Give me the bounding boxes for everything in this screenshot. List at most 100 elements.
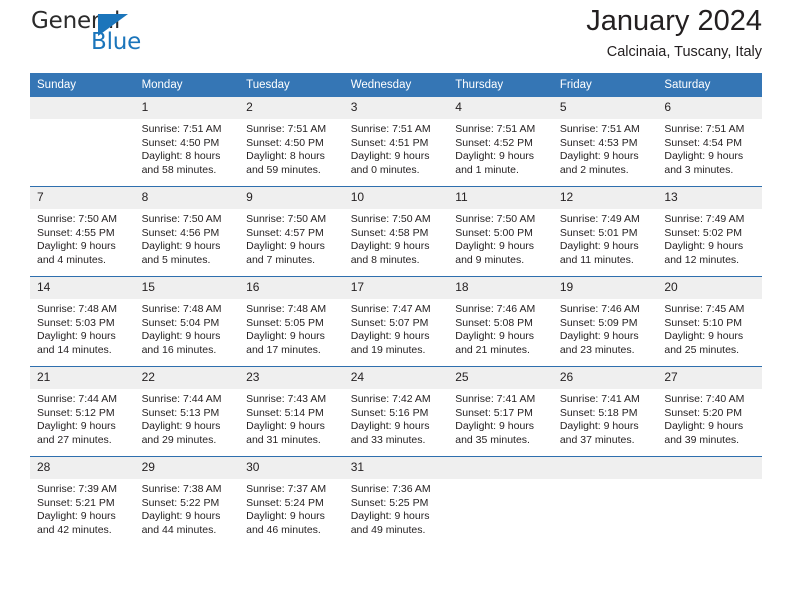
calendar-day-cell[interactable]: 4 Sunrise: 7:51 AM Sunset: 4:52 PM Daylight… [448,97,553,187]
calendar-day-cell[interactable]: 23 Sunrise: 7:43 AM Sunset: 5:14 PM Dayligh… [239,366,344,457]
sunrise-time: Sunrise: 7:45 AM [664,303,745,315]
day-number: 6 [657,97,762,119]
calendar-day-cell[interactable]: 24 Sunrise: 7:42 AM Sunset: 5:16 PM Dayligh… [343,366,449,457]
page-title: January 2024 [586,5,762,37]
day-details: Sunrise: 7:41 AM Sunset: 5:18 PM Daylight:… [553,389,658,447]
weekday-header-monday: Monday [134,73,240,97]
day-number: 10 [343,187,449,209]
day-number: 16 [239,277,344,299]
sunset-time: Sunset: 5:24 PM [246,496,324,509]
daylight-duration-line1: Daylight: 9 hours [350,240,430,252]
calendar-day-cell[interactable]: 31 Sunrise: 7:36 AM Sunset: 5:25 PM Dayligh… [343,456,449,546]
calendar-day-cell[interactable]: 10 Sunrise: 7:50 AM Sunset: 4:58 PM Dayligh… [343,186,449,277]
sunrise-time: Sunrise: 7:36 AM [350,483,431,495]
daylight-duration-line1: Daylight: 9 hours [37,330,116,342]
daylight-duration-line1: Daylight: 9 hours [141,510,221,522]
daylight-duration-line2: and 37 minutes. [559,433,635,446]
daylight-duration-line2: and 2 minutes. [559,163,629,176]
calendar-day-cell[interactable]: 27 Sunrise: 7:40 AM Sunset: 5:20 PM Dayligh… [657,366,762,457]
day-details: Sunrise: 7:39 AM Sunset: 5:21 PM Daylight:… [30,479,135,537]
day-details: Sunrise: 7:44 AM Sunset: 5:13 PM Daylight:… [135,389,240,447]
daylight-duration-line2: and 1 minute. [455,163,519,176]
sunrise-time: Sunrise: 7:46 AM [455,303,536,315]
calendar-day-cell[interactable]: 2 Sunrise: 7:51 AM Sunset: 4:50 PM Daylight… [239,97,344,187]
daylight-duration-line1: Daylight: 9 hours [246,240,325,252]
calendar-day-cell[interactable]: 29 Sunrise: 7:38 AM Sunset: 5:22 PM Dayligh… [134,456,240,546]
calendar-day-cell[interactable]: 12 Sunrise: 7:49 AM Sunset: 5:01 PM Dayligh… [552,186,658,277]
calendar-body: 1 Sunrise: 7:51 AM Sunset: 4:50 PM Daylight… [30,97,762,546]
day-details: Sunrise: 7:49 AM Sunset: 5:01 PM Daylight:… [553,209,658,267]
daylight-duration-line2: and 11 minutes. [559,253,634,266]
sunset-time: Sunset: 4:58 PM [350,226,429,239]
calendar-day-cell[interactable]: 18 Sunrise: 7:46 AM Sunset: 5:08 PM Dayligh… [448,276,553,367]
day-details: Sunrise: 7:48 AM Sunset: 5:03 PM Daylight:… [30,299,135,357]
daylight-duration-line2: and 21 minutes. [455,343,530,356]
calendar-day-cell[interactable]: 3 Sunrise: 7:51 AM Sunset: 4:51 PM Daylight… [343,97,449,187]
sunset-time: Sunset: 5:10 PM [664,316,743,329]
sunrise-time: Sunrise: 7:51 AM [246,123,327,135]
sunrise-time: Sunrise: 7:51 AM [350,123,431,135]
page-header: General Blue January 2024 Calcinaia, Tus… [30,0,762,73]
daylight-duration-line1: Daylight: 9 hours [664,240,744,252]
day-number: 29 [134,457,240,479]
day-number: 13 [657,187,762,209]
calendar-day-cell[interactable]: 7 Sunrise: 7:50 AM Sunset: 4:55 PM Daylight… [30,186,135,277]
calendar-day-cell[interactable]: 5 Sunrise: 7:51 AM Sunset: 4:53 PM Daylight… [552,97,658,187]
day-details: Sunrise: 7:50 AM Sunset: 5:00 PM Daylight:… [448,209,553,267]
calendar-day-cell[interactable]: 21 Sunrise: 7:44 AM Sunset: 5:12 PM Dayligh… [30,366,135,457]
sunset-time: Sunset: 4:50 PM [246,136,324,149]
sunrise-time: Sunrise: 7:40 AM [664,393,745,405]
brand-logo[interactable]: General Blue [30,8,210,60]
calendar-day-cell[interactable]: 11 Sunrise: 7:50 AM Sunset: 5:00 PM Dayligh… [448,186,553,277]
day-number: 26 [552,367,658,389]
calendar-day-cell[interactable]: 26 Sunrise: 7:41 AM Sunset: 5:18 PM Dayligh… [552,366,658,457]
day-number: 24 [343,367,449,389]
day-number [657,457,762,479]
day-details: Sunrise: 7:50 AM Sunset: 4:57 PM Daylight:… [239,209,344,267]
day-number: 20 [657,277,762,299]
sunrise-time: Sunrise: 7:50 AM [37,213,117,225]
calendar-day-cell[interactable]: 13 Sunrise: 7:49 AM Sunset: 5:02 PM Dayligh… [657,186,762,277]
calendar-day-cell[interactable]: 30 Sunrise: 7:37 AM Sunset: 5:24 PM Dayligh… [239,456,344,546]
daylight-duration-line2: and 16 minutes. [141,343,217,356]
day-number: 19 [552,277,658,299]
calendar-day-cell[interactable]: 8 Sunrise: 7:50 AM Sunset: 4:56 PM Daylight… [134,186,240,277]
sunset-time: Sunset: 5:04 PM [141,316,220,329]
calendar-day-cell[interactable]: 20 Sunrise: 7:45 AM Sunset: 5:10 PM Dayligh… [657,276,762,367]
page-subtitle: Calcinaia, Tuscany, Italy [606,44,762,60]
day-details: Sunrise: 7:49 AM Sunset: 5:02 PM Daylight:… [657,209,762,267]
sunrise-time: Sunrise: 7:51 AM [559,123,640,135]
day-number: 30 [239,457,344,479]
day-number [448,457,553,479]
calendar-day-cell[interactable]: 15 Sunrise: 7:48 AM Sunset: 5:04 PM Dayligh… [134,276,240,367]
weekday-header-friday: Friday [552,73,658,97]
sunrise-time: Sunrise: 7:46 AM [559,303,640,315]
sunrise-time: Sunrise: 7:47 AM [350,303,431,315]
daylight-duration-line1: Daylight: 9 hours [246,510,325,522]
day-number: 31 [343,457,449,479]
sunrise-time: Sunrise: 7:51 AM [455,123,536,135]
calendar-day-cell[interactable]: 25 Sunrise: 7:41 AM Sunset: 5:17 PM Dayligh… [448,366,553,457]
calendar-day-cell[interactable]: 9 Sunrise: 7:50 AM Sunset: 4:57 PM Daylight… [239,186,344,277]
daylight-duration-line1: Daylight: 9 hours [664,330,744,342]
sunset-time: Sunset: 4:51 PM [350,136,429,149]
sunrise-time: Sunrise: 7:51 AM [141,123,222,135]
sunrise-time: Sunrise: 7:50 AM [246,213,327,225]
calendar-day-cell[interactable]: 16 Sunrise: 7:48 AM Sunset: 5:05 PM Dayligh… [239,276,344,367]
sunrise-time: Sunrise: 7:51 AM [664,123,745,135]
calendar-day-cell[interactable]: 1 Sunrise: 7:51 AM Sunset: 4:50 PM Daylight… [134,97,240,187]
day-details: Sunrise: 7:44 AM Sunset: 5:12 PM Daylight:… [30,389,135,447]
day-details: Sunrise: 7:43 AM Sunset: 5:14 PM Daylight:… [239,389,344,447]
day-details: Sunrise: 7:48 AM Sunset: 5:04 PM Daylight:… [135,299,240,357]
calendar-week-row: 14 Sunrise: 7:48 AM Sunset: 5:03 PM Dayligh… [30,276,762,367]
calendar-day-cell[interactable]: 22 Sunrise: 7:44 AM Sunset: 5:13 PM Dayligh… [134,366,240,457]
calendar-day-cell[interactable]: 28 Sunrise: 7:39 AM Sunset: 5:21 PM Dayligh… [30,456,135,546]
calendar-day-cell[interactable]: 14 Sunrise: 7:48 AM Sunset: 5:03 PM Dayligh… [30,276,135,367]
day-details: Sunrise: 7:46 AM Sunset: 5:09 PM Daylight:… [553,299,658,357]
day-details: Sunrise: 7:51 AM Sunset: 4:52 PM Daylight:… [448,119,553,177]
calendar-day-cell[interactable]: 17 Sunrise: 7:47 AM Sunset: 5:07 PM Dayligh… [343,276,449,367]
calendar-day-cell[interactable]: 6 Sunrise: 7:51 AM Sunset: 4:54 PM Daylight… [657,97,762,187]
day-number: 9 [239,187,344,209]
calendar-day-cell[interactable]: 19 Sunrise: 7:46 AM Sunset: 5:09 PM Dayligh… [552,276,658,367]
daylight-duration-line1: Daylight: 9 hours [350,510,430,522]
